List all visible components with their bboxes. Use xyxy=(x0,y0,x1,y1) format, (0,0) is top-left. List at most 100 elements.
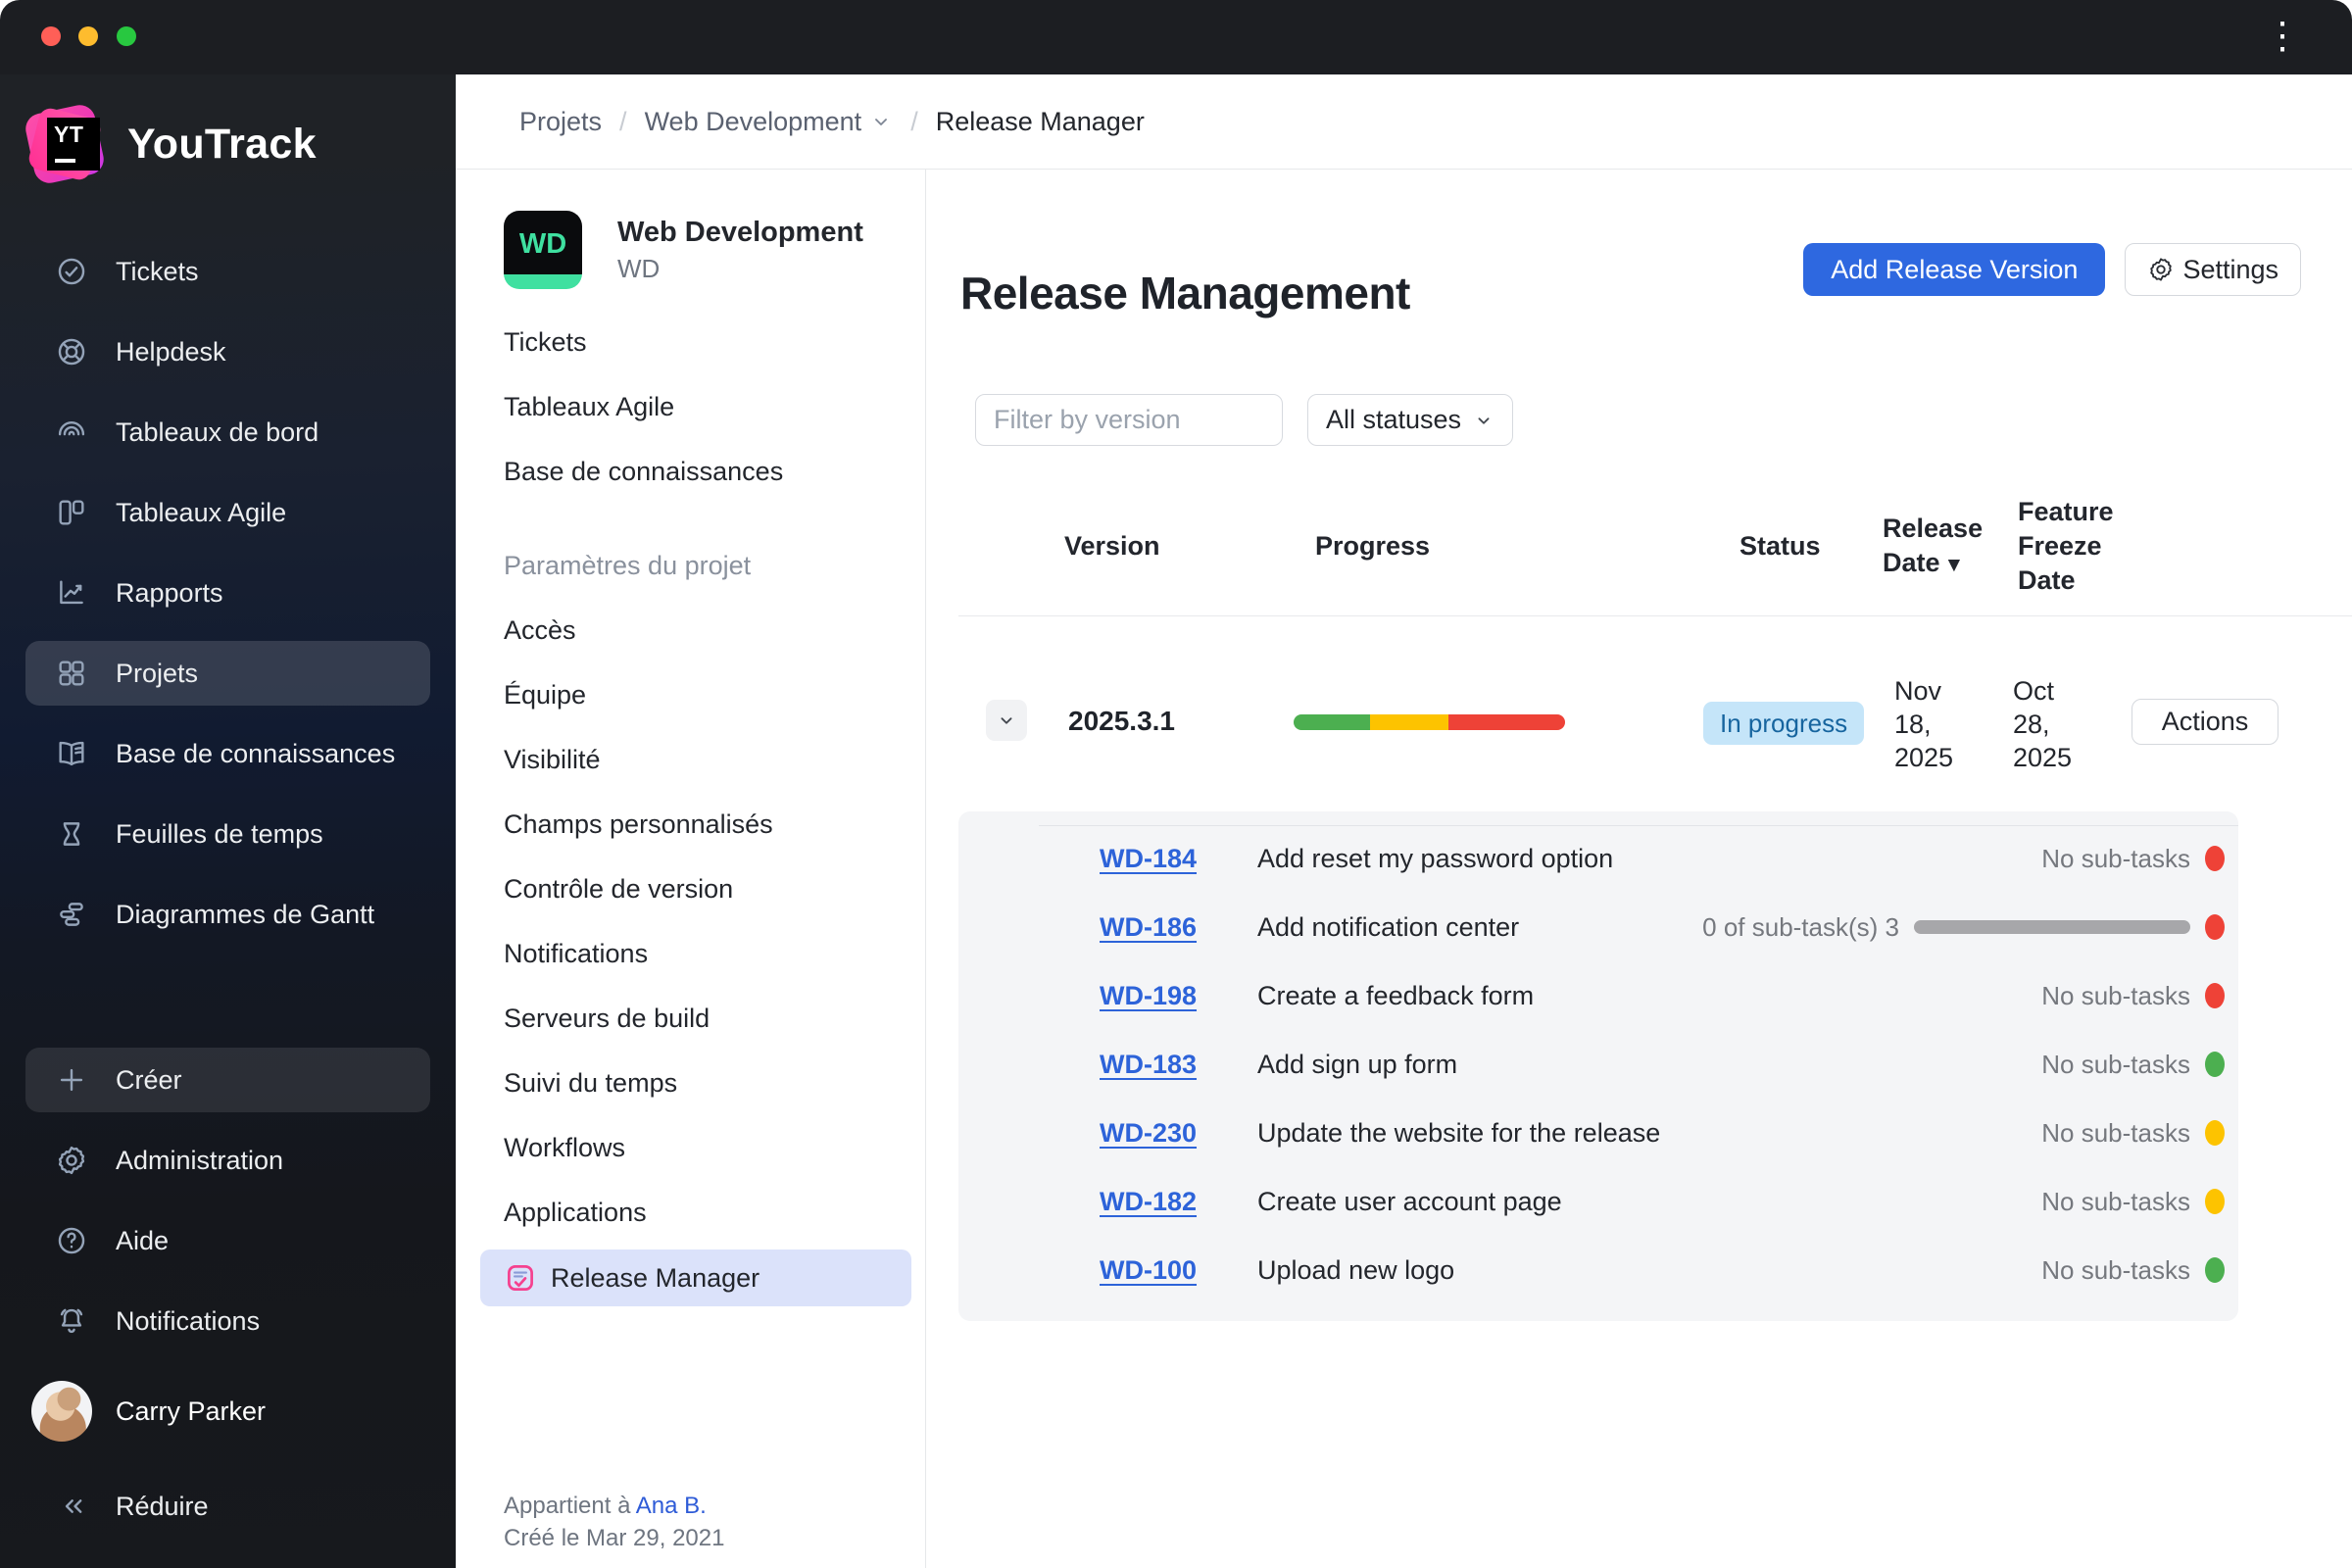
zoom-window-icon[interactable] xyxy=(117,26,136,46)
actions-button[interactable]: Actions xyxy=(2132,699,2278,745)
project-item-team[interactable]: Équipe xyxy=(480,667,901,722)
breadcrumb-project-switcher[interactable]: Web Development xyxy=(645,107,894,137)
breadcrumb-projects[interactable]: Projets xyxy=(519,107,602,137)
issue-row: WD-182 Create user account page No sub-t… xyxy=(958,1174,2238,1229)
breadcrumb-current: Release Manager xyxy=(935,106,1145,136)
chevron-down-icon xyxy=(1001,717,1012,724)
release-manager-icon xyxy=(508,1265,533,1291)
window-titlebar: ⋮ xyxy=(0,0,2352,74)
youtrack-logo-icon: YT xyxy=(23,102,107,186)
project-item-version-control[interactable]: Contrôle de version xyxy=(480,861,901,916)
project-item-build-servers[interactable]: Serveurs de build xyxy=(480,991,901,1046)
filter-by-version-input[interactable] xyxy=(975,394,1283,446)
project-item-workflows[interactable]: Workflows xyxy=(480,1120,901,1175)
column-header-feature-freeze-date: Feature Freeze Date xyxy=(2018,497,2114,595)
issue-row: WD-230 Update the website for the releas… xyxy=(958,1105,2238,1160)
release-date-value: Nov 18, 2025 xyxy=(1894,676,1954,772)
table-header-divider xyxy=(958,615,2352,616)
sidebar-item-timesheets[interactable]: Feuilles de temps xyxy=(25,802,430,866)
project-key: WD xyxy=(617,254,661,283)
status-dot xyxy=(2205,1189,2225,1214)
release-version: 2025.3.1 xyxy=(1068,706,1175,736)
sidebar-item-knowledge-base[interactable]: Base de connaissances xyxy=(25,721,430,786)
project-footer: Appartient à Ana B. Créé le Mar 29, 2021 xyxy=(504,1490,724,1554)
hourglass-icon xyxy=(55,817,88,851)
plus-icon xyxy=(55,1063,88,1097)
project-item-access[interactable]: Accès xyxy=(480,603,901,658)
owner-link[interactable]: Ana B. xyxy=(636,1493,707,1519)
issue-link[interactable]: WD-184 xyxy=(1100,844,1257,874)
kebab-menu-icon[interactable]: ⋮ xyxy=(2264,12,2301,61)
breadcrumb: Projets / Web Development / Release Mana… xyxy=(456,74,2352,170)
project-item-applications[interactable]: Applications xyxy=(480,1185,901,1240)
sidebar-item-tickets[interactable]: Tickets xyxy=(25,239,430,304)
settings-button[interactable]: Settings xyxy=(2125,243,2301,296)
feature-freeze-date-value: Oct 28, 2025 xyxy=(2013,676,2073,772)
project-item-notifications[interactable]: Notifications xyxy=(480,926,901,981)
progress-segment-yellow xyxy=(1369,714,1448,730)
sidebar-item-dashboards[interactable]: Tableaux de bord xyxy=(25,400,430,465)
issue-link[interactable]: WD-183 xyxy=(1100,1050,1257,1080)
sort-desc-icon: ▼ xyxy=(1943,554,1965,576)
project-item-knowledge-base[interactable]: Base de connaissances xyxy=(480,444,901,499)
project-item-release-manager[interactable]: Release Manager xyxy=(480,1250,911,1306)
sidebar-item-agile-boards[interactable]: Tableaux Agile xyxy=(25,480,430,545)
board-icon xyxy=(55,496,88,529)
sidebar-item-label: Notifications xyxy=(116,1305,261,1336)
status-dot xyxy=(2205,846,2225,871)
sidebar-item-notifications[interactable]: Notifications xyxy=(25,1289,430,1353)
subtask-count: No sub-tasks xyxy=(2041,1117,2190,1148)
project-item-tickets[interactable]: Tickets xyxy=(480,315,901,369)
issue-link[interactable]: WD-182 xyxy=(1100,1187,1257,1217)
sidebar-item-label: Tableaux de bord xyxy=(116,416,319,447)
project-item-time-tracking[interactable]: Suivi du temps xyxy=(480,1055,901,1110)
sidebar-item-gantt-charts[interactable]: Diagrammes de Gantt xyxy=(25,882,430,947)
minimize-window-icon[interactable] xyxy=(78,26,98,46)
close-window-icon[interactable] xyxy=(41,26,61,46)
column-header-release-date[interactable]: Release Date ▼ xyxy=(1883,512,2030,582)
issue-link[interactable]: WD-186 xyxy=(1100,912,1257,943)
project-item-agile-boards[interactable]: Tableaux Agile xyxy=(480,379,901,434)
collapse-sidebar-button[interactable]: Réduire xyxy=(0,1474,456,1539)
sidebar-item-reports[interactable]: Rapports xyxy=(25,561,430,625)
sidebar-item-label: Rapports xyxy=(116,577,223,608)
progress-segment-green xyxy=(1294,714,1370,730)
project-item-visibility[interactable]: Visibilité xyxy=(480,732,901,787)
sidebar-item-administration[interactable]: Administration xyxy=(25,1128,430,1193)
app-sidebar: YT YouTrack Tickets Helpdesk Tableaux de… xyxy=(0,74,456,1568)
sidebar-item-label: Aide xyxy=(116,1225,170,1255)
sidebar-item-help[interactable]: Aide xyxy=(25,1208,430,1273)
issue-row: WD-198 Create a feedback form No sub-tas… xyxy=(958,968,2238,1023)
subtask-count: No sub-tasks xyxy=(2041,980,2190,1010)
project-item-custom-fields[interactable]: Champs personnalisés xyxy=(480,797,901,852)
issue-title: Create user account page xyxy=(1257,1186,1562,1216)
lifebuoy-icon xyxy=(55,335,88,368)
subtask-count: No sub-tasks xyxy=(2041,1049,2190,1079)
release-issues-panel: WD-184 Add reset my password option No s… xyxy=(958,811,2238,1321)
collapse-release-row-button[interactable] xyxy=(986,700,1027,741)
issue-link[interactable]: WD-230 xyxy=(1100,1118,1257,1149)
issue-row: WD-186 Add notification center 0 of sub-… xyxy=(958,900,2238,955)
sidebar-item-label: Tickets xyxy=(116,256,199,286)
sidebar-item-label: Helpdesk xyxy=(116,336,226,367)
project-name: Web Development xyxy=(617,217,863,248)
sidebar-item-helpdesk[interactable]: Helpdesk xyxy=(25,319,430,384)
bell-icon xyxy=(55,1304,88,1338)
sidebar-item-label: Base de connaissances xyxy=(116,738,396,768)
sidebar-item-projects[interactable]: Projets xyxy=(25,641,430,706)
issue-link[interactable]: WD-100 xyxy=(1100,1255,1257,1286)
user-menu[interactable]: Carry Parker xyxy=(0,1376,456,1446)
column-header-version: Version xyxy=(1064,531,1160,561)
breadcrumb-separator: / xyxy=(619,106,627,136)
sidebar-item-label: Projets xyxy=(116,658,199,688)
status-filter-select[interactable]: All statuses xyxy=(1307,394,1514,446)
status-dot xyxy=(2205,1120,2225,1146)
chart-icon xyxy=(55,576,88,610)
add-release-version-button[interactable]: Add Release Version xyxy=(1803,243,2106,296)
column-header-status: Status xyxy=(1740,531,1821,561)
create-button[interactable]: Créer xyxy=(25,1048,430,1112)
issue-link[interactable]: WD-198 xyxy=(1100,981,1257,1011)
progress-segment-red xyxy=(1447,714,1565,730)
collapse-label: Réduire xyxy=(116,1491,209,1521)
chevron-down-icon xyxy=(875,119,888,125)
